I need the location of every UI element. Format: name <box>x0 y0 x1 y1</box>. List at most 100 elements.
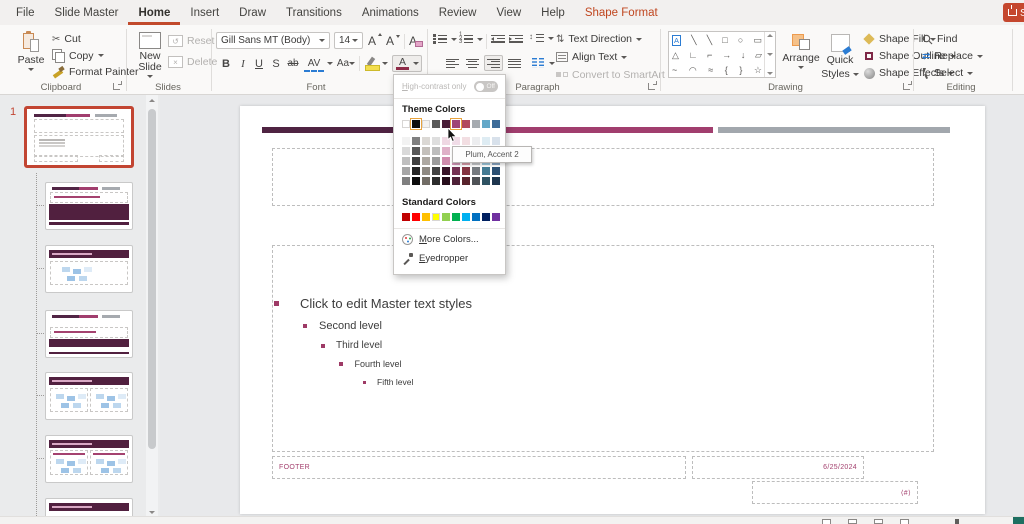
highlight-color-button[interactable] <box>363 55 379 72</box>
color-swatch[interactable] <box>452 177 460 185</box>
color-swatch[interactable] <box>462 177 470 185</box>
high-contrast-toggle[interactable]: Off <box>474 81 498 92</box>
text-direction-button[interactable]: ⇅ Text Direction <box>556 33 642 45</box>
menu-slide-master[interactable]: Slide Master <box>45 0 129 25</box>
bullet-level-5[interactable]: Fifth level <box>363 377 413 387</box>
shadow-button[interactable]: S <box>269 55 283 72</box>
color-swatch[interactable] <box>472 137 480 145</box>
bold-button[interactable]: B <box>219 55 233 72</box>
columns-button[interactable] <box>532 58 555 68</box>
thumbnail-scrollbar[interactable] <box>146 95 158 524</box>
color-swatch[interactable] <box>402 147 410 155</box>
footer-placeholder[interactable]: FOOTER <box>272 456 686 479</box>
color-swatch[interactable] <box>452 167 460 175</box>
replace-button[interactable]: ⇄ Replace <box>922 50 983 62</box>
align-right-button[interactable] <box>484 55 503 71</box>
date-placeholder[interactable]: 6/25/2024 <box>692 456 864 479</box>
color-swatch[interactable] <box>472 213 480 221</box>
arrange-button[interactable]: Arrange <box>782 34 820 69</box>
clear-formatting-button[interactable]: A <box>409 34 417 48</box>
menu-help[interactable]: Help <box>531 0 575 25</box>
shape-icon[interactable]: ○ <box>738 35 743 45</box>
color-swatch[interactable] <box>462 120 470 128</box>
color-swatch[interactable] <box>422 120 430 128</box>
shape-icon[interactable]: A <box>672 35 681 46</box>
font-name-combobox[interactable]: Gill Sans MT (Body) <box>216 32 330 49</box>
color-swatch[interactable] <box>442 120 450 128</box>
color-swatch[interactable] <box>402 137 410 145</box>
color-swatch[interactable] <box>402 213 410 221</box>
character-spacing-chevron[interactable] <box>326 55 334 72</box>
color-swatch[interactable] <box>492 137 500 145</box>
increase-font-size-button[interactable]: A <box>368 34 376 48</box>
align-text-button[interactable]: Align Text <box>556 51 627 63</box>
color-swatch[interactable] <box>402 167 410 175</box>
color-swatch[interactable] <box>432 137 440 145</box>
copy-button[interactable]: Copy <box>52 49 104 62</box>
change-case-button[interactable]: Aa <box>337 55 355 72</box>
body-placeholder[interactable]: Click to edit Master text styles Second … <box>272 245 934 452</box>
paragraph-dialog-launcher-icon[interactable] <box>648 83 655 90</box>
drawing-dialog-launcher-icon[interactable] <box>903 83 910 90</box>
italic-button[interactable]: I <box>237 55 249 72</box>
color-swatch[interactable] <box>402 120 410 128</box>
layout-thumbnail-content[interactable] <box>45 245 133 293</box>
highlight-color-chevron[interactable] <box>381 55 389 72</box>
shapes-gallery[interactable]: A╲╲□○▭ △∟⌐→↓▱ ~◠≈{}☆ <box>668 31 776 78</box>
shape-icon[interactable]: ╲ <box>707 35 712 46</box>
layout-thumbnail-comparison[interactable] <box>45 435 133 483</box>
decrease-indent-button[interactable] <box>491 34 505 44</box>
color-swatch[interactable] <box>492 213 500 221</box>
scrollbar-up-icon[interactable] <box>149 99 155 102</box>
shape-icon[interactable]: ∟ <box>689 50 698 60</box>
zoom-slider-handle[interactable] <box>955 519 959 524</box>
color-swatch[interactable] <box>422 167 430 175</box>
color-swatch[interactable] <box>472 120 480 128</box>
select-button[interactable]: Select <box>922 67 973 79</box>
color-swatch[interactable] <box>442 177 450 185</box>
color-swatch[interactable] <box>482 213 490 221</box>
menu-insert[interactable]: Insert <box>180 0 229 25</box>
menu-file[interactable]: File <box>6 0 45 25</box>
share-button[interactable]: Sh <box>1003 3 1024 22</box>
shape-icon[interactable]: ≈ <box>708 65 713 75</box>
color-swatch[interactable] <box>402 177 410 185</box>
decrease-font-size-button[interactable]: A <box>386 34 394 48</box>
color-swatch[interactable] <box>452 213 460 221</box>
font-size-combobox[interactable]: 14 <box>334 32 363 49</box>
bullets-button[interactable] <box>433 34 457 44</box>
scrollbar-thumb[interactable] <box>148 109 156 449</box>
color-swatch[interactable] <box>422 177 430 185</box>
justify-button[interactable] <box>508 58 521 68</box>
bullet-level-3[interactable]: Third level <box>321 340 382 351</box>
menu-review[interactable]: Review <box>429 0 487 25</box>
numbering-button[interactable]: 123 <box>459 34 483 44</box>
color-swatch[interactable] <box>432 120 440 128</box>
more-colors-menu-item[interactable]: More Colors... <box>402 234 479 245</box>
layout-thumbnail-two-content[interactable] <box>45 372 133 420</box>
color-swatch[interactable] <box>412 167 420 175</box>
color-swatch[interactable] <box>412 177 420 185</box>
shape-icon[interactable]: □ <box>722 35 727 45</box>
color-swatch[interactable] <box>432 177 440 185</box>
shape-icon[interactable]: ☆ <box>754 65 762 76</box>
color-swatch[interactable] <box>482 167 490 175</box>
shape-icon[interactable]: ╲ <box>691 35 696 46</box>
color-swatch[interactable] <box>412 120 420 128</box>
color-swatch[interactable] <box>412 213 420 221</box>
layout-thumbnail-title[interactable] <box>45 182 133 230</box>
color-swatch[interactable] <box>412 147 420 155</box>
color-swatch[interactable] <box>442 213 450 221</box>
color-swatch[interactable] <box>482 120 490 128</box>
menu-view[interactable]: View <box>486 0 531 25</box>
shape-icon[interactable]: △ <box>672 50 679 61</box>
color-swatch[interactable] <box>412 137 420 145</box>
fit-slide-icon[interactable] <box>1013 517 1024 524</box>
color-swatch[interactable] <box>432 167 440 175</box>
slide-sorter-view-icon[interactable] <box>848 519 857 524</box>
strikethrough-button[interactable]: ab <box>285 55 301 72</box>
color-swatch[interactable] <box>462 137 470 145</box>
reading-view-icon[interactable] <box>874 519 883 524</box>
reset-button[interactable]: ↺ Reset <box>168 35 214 47</box>
shape-icon[interactable]: ▱ <box>755 50 762 61</box>
